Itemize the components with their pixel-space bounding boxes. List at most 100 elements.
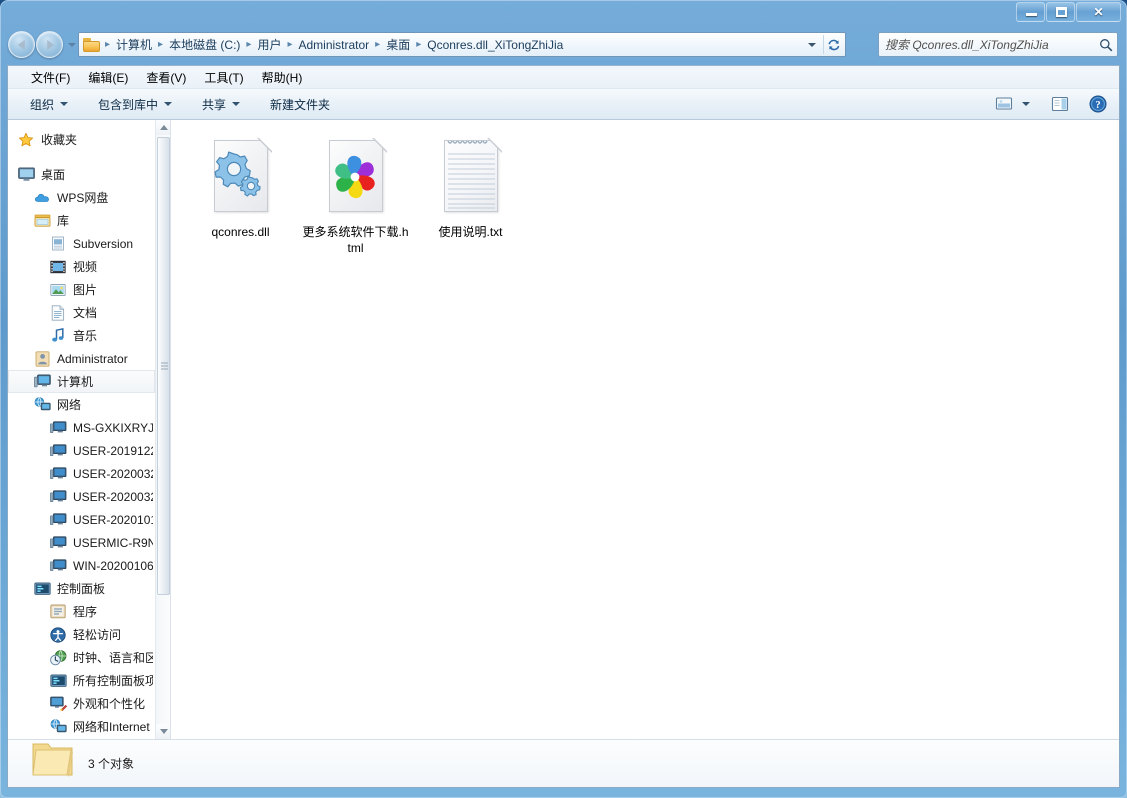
- dll-gear-icon: [210, 137, 273, 214]
- folder-icon: [30, 738, 76, 780]
- sidebar-item-ease-of-access[interactable]: 轻松访问: [8, 623, 155, 646]
- sidebar-item-control-panel[interactable]: 控制面板: [8, 577, 155, 600]
- sidebar-item-network-pc[interactable]: USERMIC-R9N25: [8, 531, 155, 554]
- forward-button[interactable]: [36, 31, 63, 58]
- breadcrumb-separator[interactable]: ▸: [372, 39, 383, 50]
- search-input[interactable]: [879, 33, 1095, 56]
- sidebar-item-network-pc[interactable]: WIN-20200106G: [8, 554, 155, 577]
- title-bar: ✕: [0, 0, 1127, 28]
- new-folder-label: 新建文件夹: [270, 97, 331, 112]
- close-button[interactable]: ✕: [1076, 2, 1121, 22]
- minimize-button[interactable]: [1016, 2, 1045, 22]
- breadcrumb-item-5[interactable]: Qconres.dll_XiTongZhiJia: [424, 36, 566, 54]
- search-icon[interactable]: [1095, 38, 1117, 52]
- menu-item-edit[interactable]: 编辑(E): [79, 67, 137, 88]
- explorer-window: ✕ ▸ 计算机 ▸ 本地磁盘 (C:) ▸ 用户 ▸ Administrator…: [0, 0, 1127, 798]
- desktop-icon: [16, 166, 36, 184]
- refresh-icon: [827, 39, 839, 50]
- sidebar-item-label: USER-20200326Y: [73, 489, 153, 504]
- sidebar-item-network-pc[interactable]: USER-20191220I: [8, 439, 155, 462]
- change-view-icon[interactable]: [991, 92, 1017, 116]
- sidebar-item-programs[interactable]: 程序: [8, 600, 155, 623]
- sidebar-item-network-internet[interactable]: 网络和Internet: [8, 715, 155, 738]
- scroll-down-arrow[interactable]: [156, 724, 170, 739]
- search-box[interactable]: [878, 32, 1118, 57]
- new-folder-button[interactable]: 新建文件夹: [262, 92, 338, 117]
- sidebar-item-label: USER-20191220I: [73, 443, 153, 458]
- menu-item-view[interactable]: 查看(V): [137, 67, 195, 88]
- file-item[interactable]: qconres.dll: [183, 134, 298, 246]
- pc-icon: [48, 419, 68, 437]
- star-icon: [16, 131, 36, 149]
- menu-item-tools[interactable]: 工具(T): [195, 67, 252, 88]
- toolbar-right-group: ?: [991, 89, 1111, 119]
- file-name: 使用说明.txt: [438, 225, 503, 239]
- organize-label: 组织: [30, 97, 55, 112]
- sidebar-item-network-pc[interactable]: USER-20201017I: [8, 508, 155, 531]
- sidebar-item-desktop[interactable]: 桌面: [8, 163, 155, 186]
- breadcrumb-separator[interactable]: ▸: [243, 39, 254, 50]
- status-bar: 3 个对象: [8, 739, 1119, 787]
- sidebar-item-label: 音乐: [73, 329, 98, 343]
- menu-bar: 文件(F) 编辑(E) 查看(V) 工具(T) 帮助(H): [8, 66, 1119, 88]
- menu-item-help[interactable]: 帮助(H): [253, 67, 312, 88]
- cloud-icon: [32, 189, 52, 207]
- file-item[interactable]: 更多系统软件下载.html: [298, 134, 413, 262]
- breadcrumb-item-4[interactable]: 桌面: [383, 34, 413, 55]
- breadcrumb-separator[interactable]: ▸: [102, 39, 113, 50]
- breadcrumb-separator[interactable]: ▸: [413, 39, 424, 50]
- breadcrumb-item-0[interactable]: 计算机: [113, 34, 155, 55]
- help-icon[interactable]: ?: [1085, 92, 1111, 116]
- sidebar-item-label: 网络和Internet: [73, 720, 150, 734]
- sidebar-item-label: Administrator: [57, 351, 128, 366]
- file-list[interactable]: qconres.dll 更多系统软件下载.html 使用说明.txt: [171, 120, 1119, 739]
- breadcrumb-item-3[interactable]: Administrator: [295, 36, 372, 54]
- preview-pane-icon[interactable]: [1047, 92, 1073, 116]
- breadcrumb-separator[interactable]: ▸: [284, 39, 295, 50]
- file-item[interactable]: 使用说明.txt: [413, 134, 528, 246]
- breadcrumb-separator[interactable]: ▸: [155, 39, 166, 50]
- sidebar-item-videos[interactable]: 视频: [8, 255, 155, 278]
- scrollbar-thumb[interactable]: [157, 137, 170, 595]
- sidebar-item-label: USER-20200320U: [73, 466, 153, 481]
- sidebar-item-subversion[interactable]: Subversion: [8, 232, 155, 255]
- user-icon: [32, 350, 52, 368]
- sidebar-item-label: 轻松访问: [73, 628, 122, 642]
- sidebar-item-network-pc[interactable]: USER-20200326Y: [8, 485, 155, 508]
- view-dropdown-caret[interactable]: [1019, 92, 1033, 116]
- sidebar-item-documents[interactable]: 文档: [8, 301, 155, 324]
- breadcrumb-item-1[interactable]: 本地磁盘 (C:): [166, 34, 243, 55]
- menu-item-file[interactable]: 文件(F): [22, 67, 79, 88]
- navigation-scrollbar[interactable]: [155, 120, 170, 739]
- sidebar-item-administrator[interactable]: Administrator: [8, 347, 155, 370]
- sidebar-item-label: 计算机: [57, 375, 94, 389]
- sidebar-item-clock-language-region[interactable]: 时钟、语言和区域: [8, 646, 155, 669]
- maximize-button[interactable]: [1046, 2, 1075, 22]
- share-with-button[interactable]: 共享: [194, 92, 248, 117]
- organize-button[interactable]: 组织: [22, 92, 76, 117]
- sidebar-item-libraries[interactable]: 库: [8, 209, 155, 232]
- breadcrumb-item-2[interactable]: 用户: [254, 34, 284, 55]
- address-dropdown-icon[interactable]: [803, 33, 821, 56]
- sidebar-item-computer[interactable]: 计算机: [8, 370, 155, 393]
- recent-locations-dropdown-icon[interactable]: [68, 42, 76, 47]
- back-button[interactable]: [8, 31, 35, 58]
- scroll-up-arrow[interactable]: [156, 120, 170, 135]
- include-in-library-button[interactable]: 包含到库中: [90, 92, 180, 117]
- sidebar-item-appearance-personalization[interactable]: 外观和个性化: [8, 692, 155, 715]
- sidebar-item-network-pc[interactable]: USER-20200320U: [8, 462, 155, 485]
- address-bar[interactable]: ▸ 计算机 ▸ 本地磁盘 (C:) ▸ 用户 ▸ Administrator ▸…: [78, 32, 846, 57]
- sidebar-item-all-control-panel-items[interactable]: 所有控制面板项: [8, 669, 155, 692]
- chevron-down-icon: [1022, 102, 1030, 106]
- sidebar-item-pictures[interactable]: 图片: [8, 278, 155, 301]
- sidebar-item-label: 所有控制面板项: [73, 674, 153, 688]
- refresh-button[interactable]: [823, 35, 843, 54]
- sidebar-item-music[interactable]: 音乐: [8, 324, 155, 347]
- sidebar-item-network[interactable]: 网络: [8, 393, 155, 416]
- explorer-body: 收藏夹 桌面 WPS网盘 库 Subversion 视频 图片 文档 音乐 Ad…: [8, 120, 1119, 739]
- sidebar-item-network-pc[interactable]: MS-GXKIXRYJLV: [8, 416, 155, 439]
- sidebar-item-favorites[interactable]: 收藏夹: [8, 128, 155, 151]
- all-control-panel-icon: [48, 672, 68, 690]
- video-icon: [48, 258, 68, 276]
- sidebar-item-wps-cloud[interactable]: WPS网盘: [8, 186, 155, 209]
